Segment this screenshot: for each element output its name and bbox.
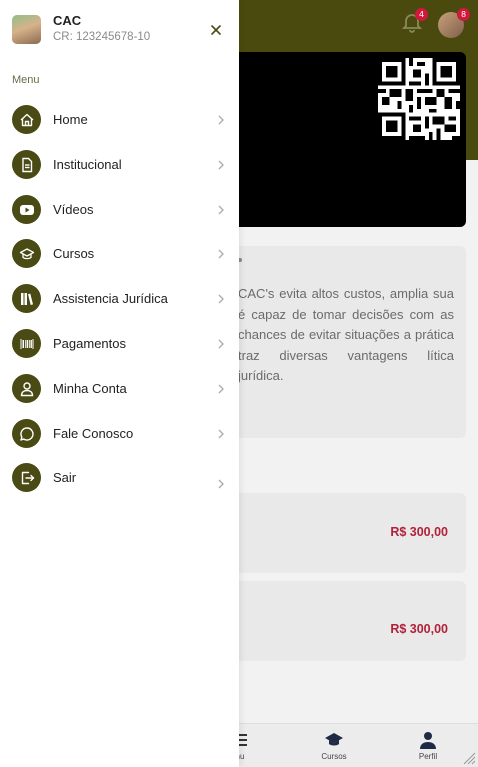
- course-price: R$ 300,00: [390, 622, 448, 636]
- menu-item-label: Vídeos: [53, 202, 94, 217]
- menu-item-assistencia-juridica[interactable]: Assistencia Jurídica: [0, 280, 239, 320]
- navigation-drawer: CAC CR: 123245678-10 Menu Home Instituci…: [0, 0, 239, 767]
- document-icon: [12, 150, 41, 179]
- nav-item-perfil[interactable]: Perfil: [398, 730, 458, 761]
- menu-heading: Menu: [12, 74, 40, 86]
- nav-item-cursos[interactable]: Cursos: [304, 730, 364, 761]
- logout-icon: [12, 463, 41, 492]
- menu-item-cursos[interactable]: Cursos: [0, 235, 239, 275]
- chevron-right-icon: [218, 429, 224, 439]
- qr-code: [378, 58, 460, 140]
- books-icon: [12, 284, 41, 313]
- nav-label-cursos: Cursos: [321, 752, 347, 761]
- user-name: CAC: [53, 13, 82, 28]
- menu-item-label: Institucional: [53, 157, 122, 172]
- chevron-right-icon: [218, 160, 224, 170]
- course-price: R$ 300,00: [390, 525, 448, 539]
- chevron-right-icon: [218, 249, 224, 259]
- chevron-right-icon: [218, 294, 224, 304]
- chat-bubble-icon: [12, 419, 41, 448]
- home-icon: [12, 105, 41, 134]
- menu-item-institucional[interactable]: Institucional: [0, 146, 239, 186]
- chevron-right-icon: [218, 384, 224, 394]
- menu-item-label: Cursos: [53, 246, 95, 261]
- chevron-right-icon: [218, 339, 224, 349]
- resize-grip-icon[interactable]: [462, 751, 476, 765]
- user-icon: [12, 374, 41, 403]
- menu-item-label: Sair: [53, 470, 77, 485]
- menu-item-fale-conosco[interactable]: Fale Conosco: [0, 415, 239, 455]
- nav-label-perfil: Perfil: [418, 752, 438, 761]
- notification-badge: 4: [415, 8, 428, 21]
- chevron-right-icon: [218, 205, 224, 215]
- menu-item-minha-conta[interactable]: Minha Conta: [0, 370, 239, 410]
- info-card: CAC's evita altos custos, amplia sua é c…: [230, 246, 466, 438]
- menu-item-label: Minha Conta: [53, 381, 127, 396]
- avatar: [12, 15, 41, 44]
- menu-item-home[interactable]: Home: [0, 101, 239, 141]
- user-icon: [420, 732, 436, 749]
- graduation-cap-icon: [12, 239, 41, 268]
- graduation-cap-icon: [325, 733, 343, 746]
- user-cr-number: CR: 123245678-10: [53, 31, 151, 43]
- menu-item-label: Pagamentos: [53, 336, 126, 351]
- close-icon[interactable]: [207, 21, 225, 39]
- menu-item-label: Fale Conosco: [53, 426, 134, 441]
- info-card-text: CAC's evita altos custos, amplia sua é c…: [238, 286, 454, 383]
- profile-badge: 8: [457, 8, 470, 21]
- menu-item-label: Home: [53, 112, 88, 127]
- course-card[interactable]: R$ 300,00: [230, 493, 466, 573]
- menu-item-videos[interactable]: Vídeos: [0, 191, 239, 231]
- menu-item-label: Assistencia Jurídica: [53, 291, 168, 306]
- course-card[interactable]: R$ 300,00: [230, 581, 466, 661]
- menu-item-sair[interactable]: Sair: [0, 459, 239, 499]
- menu-item-pagamentos[interactable]: Pagamentos: [0, 325, 239, 365]
- chevron-right-icon: [218, 479, 224, 489]
- video-play-icon: [12, 195, 41, 224]
- barcode-icon: [12, 329, 41, 358]
- chevron-right-icon: [218, 115, 224, 125]
